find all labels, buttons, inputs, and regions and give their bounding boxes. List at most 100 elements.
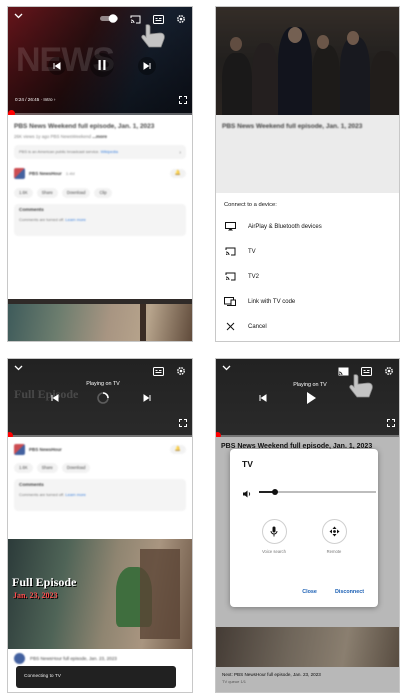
video-progress-bar[interactable]: [8, 432, 192, 437]
next-video-title: PBS NewsHour full episode, Jan. 23, 2023: [30, 656, 117, 661]
close-icon: [224, 322, 236, 331]
action-chips: 1.6K Share Download Clip: [14, 187, 186, 198]
clip-chip[interactable]: Clip: [94, 187, 112, 198]
dialog-actions: Close Disconnect: [302, 589, 364, 595]
previous-button[interactable]: [50, 393, 60, 403]
like-chip[interactable]: 1.6K: [14, 463, 33, 473]
disconnect-button[interactable]: Disconnect: [335, 589, 364, 595]
learn-more-link[interactable]: Learn more: [65, 492, 85, 497]
next-video-thumbnail[interactable]: Full Episode Jan. 23, 2023: [8, 539, 192, 649]
comments-section[interactable]: Comments Comments are turned off. Learn …: [14, 203, 186, 236]
channel-avatar[interactable]: [14, 168, 25, 179]
cast-bottom-sheet: Connect to a device: AirPlay & Bluetooth…: [216, 193, 399, 341]
learn-more-link[interactable]: Learn more: [65, 217, 85, 222]
notification-bell-icon[interactable]: 🔔: [170, 444, 186, 454]
remote-button[interactable]: Remote: [309, 519, 359, 554]
previous-button[interactable]: [48, 57, 66, 75]
cast-option-label: TV2: [248, 273, 260, 280]
microphone-icon: [261, 519, 287, 544]
screen-cast-device-picker: PBS News Weekend full episode, Jan. 1, 2…: [215, 6, 400, 342]
settings-gear-icon[interactable]: [384, 366, 394, 376]
play-button[interactable]: [305, 391, 317, 405]
next-button[interactable]: [142, 393, 152, 403]
connecting-toast: Connecting to TV: [16, 666, 176, 688]
speaker-icon: [242, 486, 252, 504]
channel-name[interactable]: PBS NewsHour: [29, 447, 62, 452]
voice-search-button[interactable]: Voice search: [249, 519, 299, 554]
download-chip[interactable]: Download: [61, 187, 91, 198]
hand-pointer-icon: [138, 23, 168, 49]
next-button[interactable]: [138, 57, 156, 75]
next-video-row[interactable]: PBS NewsHour full episode, Jan. 23, 2023: [8, 653, 192, 664]
cast-option-tv-code[interactable]: Link with TV code: [224, 289, 391, 314]
minimize-icon[interactable]: [14, 365, 23, 371]
channel-avatar[interactable]: [14, 443, 25, 455]
like-chip[interactable]: 1.6K: [14, 187, 33, 198]
info-panel[interactable]: PBS is an American public broadcast serv…: [14, 145, 186, 159]
channel-name[interactable]: PBS NewsHour: [29, 171, 62, 176]
cast-icon: [224, 272, 236, 281]
close-button[interactable]: Close: [302, 589, 317, 595]
minimize-icon[interactable]: [14, 13, 23, 19]
notification-bell-icon[interactable]: 🔔: [170, 169, 186, 178]
video-time: 0:24 / 26:45 · Intro ›: [15, 97, 56, 102]
video-player[interactable]: NEWS 0:24 / 26:45 · Intro ›: [8, 7, 192, 115]
volume-control: [242, 486, 376, 498]
cast-option-label: TV: [248, 248, 256, 255]
captions-icon[interactable]: [153, 367, 164, 376]
channel-row[interactable]: PBS NewsHour 3.4M 🔔: [14, 166, 186, 182]
video-player[interactable]: Full Episode Playing on TV: [8, 359, 192, 437]
chevron-right-icon: ›: [179, 150, 181, 156]
thumbnail-title: Full Episode: [12, 575, 77, 589]
previous-button[interactable]: [258, 393, 268, 403]
fullscreen-icon[interactable]: [387, 419, 395, 427]
dialog-title: TV: [242, 459, 253, 469]
info-panel-link[interactable]: Wikipedia: [101, 149, 118, 154]
comments-section[interactable]: Comments Comments are turned off. Learn …: [14, 479, 186, 511]
remote-label: Remote: [326, 549, 342, 554]
loading-spinner-icon: [96, 391, 110, 405]
channel-row[interactable]: PBS NewsHour 🔔: [14, 441, 186, 457]
download-chip[interactable]: Download: [61, 463, 91, 473]
comments-heading: Comments: [19, 207, 44, 213]
cast-option-tv[interactable]: TV: [224, 239, 391, 264]
screen-video-player: NEWS 0:24 / 26:45 · Intro › PBS News Wee…: [7, 6, 193, 342]
settings-gear-icon[interactable]: [176, 14, 186, 24]
next-video-thumbnail[interactable]: [8, 299, 192, 341]
cast-option-airplay[interactable]: AirPlay & Bluetooth devices: [224, 214, 391, 239]
pause-button[interactable]: [90, 53, 114, 77]
channel-subscribers: 3.4M: [65, 171, 75, 176]
volume-slider-handle[interactable]: [272, 488, 279, 495]
tv-remote-dialog: TV Voice search Remote Close Disconnect: [230, 449, 378, 607]
video-progress-bar[interactable]: [8, 110, 192, 115]
remote-buttons: Voice search Remote: [230, 519, 378, 554]
tv-code-icon: [224, 297, 236, 306]
cast-option-tv2[interactable]: TV2: [224, 264, 391, 289]
video-details: PBS NewsHour 🔔 1.6K Share Download Comme…: [8, 439, 192, 511]
comments-disabled-text: Comments are turned off. Learn more: [19, 216, 86, 222]
hand-pointer-icon: [346, 373, 376, 399]
cast-option-label: AirPlay & Bluetooth devices: [248, 223, 322, 230]
video-player[interactable]: Playing on TV: [216, 359, 399, 437]
cast-icon: [224, 247, 236, 256]
comments-heading: Comments: [19, 483, 44, 488]
cast-cancel[interactable]: Cancel: [224, 314, 391, 339]
video-title: PBS News Weekend full episode, Jan. 1, 2…: [14, 123, 155, 130]
autoplay-toggle[interactable]: [100, 14, 118, 23]
settings-gear-icon[interactable]: [176, 366, 186, 376]
video-details: PBS News Weekend full episode, Jan. 1, 2…: [8, 123, 192, 236]
cast-option-label: Link with TV code: [248, 298, 296, 305]
share-chip[interactable]: Share: [36, 463, 58, 473]
fullscreen-icon[interactable]: [179, 96, 187, 104]
minimize-icon[interactable]: [222, 365, 231, 371]
airplay-icon: [224, 222, 236, 231]
info-panel-text: PBS is an American public broadcast serv…: [19, 149, 100, 154]
action-chips: 1.6K Share Download: [14, 463, 186, 473]
cast-status-text: Playing on TV: [86, 381, 120, 387]
share-chip[interactable]: Share: [36, 187, 58, 198]
video-player[interactable]: [216, 7, 399, 115]
video-meta: 26K views 1y ago PBS NewsWeekend ...more: [14, 134, 107, 139]
channel-avatar: [14, 653, 25, 664]
fullscreen-icon[interactable]: [179, 419, 187, 427]
cast-sheet-title: Connect to a device:: [224, 202, 277, 208]
